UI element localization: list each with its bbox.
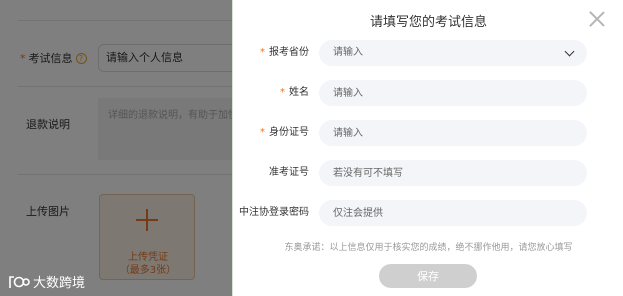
required-mark: * (260, 47, 265, 58)
province-label: * 报考省份 (260, 47, 309, 58)
exam-info-modal: 请填写您的考试信息 *报考省份 请输入 *姓名 *身份证号 准考证号 中注协登录… (232, 0, 623, 296)
province-select-value: 请输入 (333, 47, 363, 58)
name-input[interactable] (319, 80, 587, 106)
watermark: 大数跨境 (8, 272, 85, 291)
cicpa-password-label: 中注协登录密码 (239, 207, 309, 218)
form-row-name: * 姓名 (233, 80, 623, 106)
province-select[interactable]: 请输入 (319, 40, 587, 66)
id-number-input[interactable] (319, 120, 587, 146)
logo-icon (9, 275, 30, 288)
admission-ticket-input[interactable] (319, 160, 587, 186)
modal-title: 请填写您的考试信息 (369, 15, 487, 30)
save-button[interactable]: 保存 (379, 264, 477, 288)
form-row-cicpa-password: 中注协登录密码 (233, 200, 623, 226)
form-row-province: * 报考省份 请输入 (233, 40, 623, 66)
id-number-label: * 身份证号 (260, 127, 309, 138)
chevron-down-icon (564, 46, 575, 57)
name-label: * 姓名 (280, 87, 309, 98)
privacy-promise: 东奥承诺：以上信息仅用于核实您的成绩，绝不挪作他用，请您放心填写 (284, 243, 573, 253)
form-row-admission-ticket: 准考证号 (233, 160, 623, 186)
required-mark: * (260, 127, 265, 138)
form-row-id-number: * 身份证号 (233, 120, 623, 146)
required-mark: * (280, 87, 285, 98)
admission-ticket-label: 准考证号 (269, 167, 309, 178)
modal-backdrop[interactable] (0, 0, 232, 296)
cicpa-password-input[interactable] (319, 200, 587, 226)
close-icon[interactable] (589, 11, 605, 27)
watermark-text: 大数跨境 (33, 276, 86, 291)
